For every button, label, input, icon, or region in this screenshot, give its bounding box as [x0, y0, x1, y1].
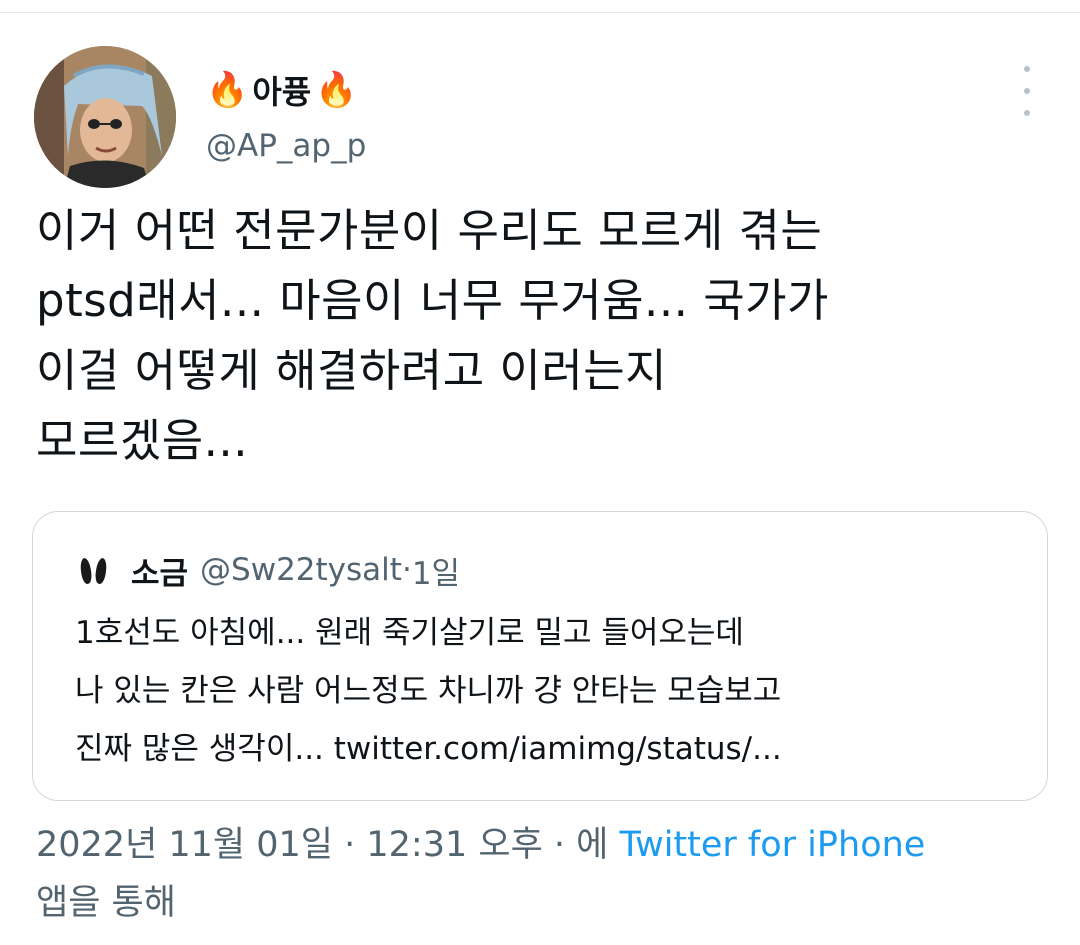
more-vertical-icon[interactable]	[1010, 66, 1044, 116]
quoted-display-name: 소금	[131, 555, 189, 592]
display-name-row[interactable]: 🔥 아퓽 🔥	[206, 66, 358, 114]
fire-icon: 🔥	[206, 70, 249, 110]
quoted-handle: @Sw22tysalt	[200, 552, 402, 588]
fire-icon: 🔥	[315, 70, 358, 110]
meta-separator: ·	[542, 825, 577, 865]
quoted-separator: ·	[401, 552, 412, 588]
via-suffix: 앱을 통해	[36, 883, 176, 923]
tweet-time[interactable]: 12:31 오후	[366, 825, 542, 865]
meta-separator: ·	[333, 825, 367, 865]
tweet-date[interactable]: 2022년 11월 01일	[36, 825, 333, 865]
top-divider	[0, 12, 1080, 13]
quoted-tweet-header: 소금 @Sw22tysalt · 1일	[79, 547, 460, 593]
avatar[interactable]	[34, 46, 176, 188]
quoted-tweet-text: 1호선도 아침에... 원래 죽기살기로 밀고 들어오는데 나 있는 칸은 사람…	[75, 615, 782, 767]
tweet-meta: 2022년 11월 01일 · 12:31 오후 · 에 Twitter for…	[36, 816, 1046, 932]
quoted-tweet[interactable]: 소금 @Sw22tysalt · 1일 1호선도 아침에... 원래 죽기살기로…	[32, 511, 1048, 801]
via-prefix: 에	[576, 825, 620, 865]
quoted-avatar	[79, 555, 109, 585]
avatar-image	[34, 46, 176, 188]
source-link[interactable]: Twitter for iPhone	[620, 825, 926, 865]
user-handle[interactable]: @AP_ap_p	[206, 128, 366, 164]
display-name[interactable]: 아퓽	[252, 67, 311, 113]
quoted-time: 1일	[411, 555, 461, 592]
tweet-text: 이거 어떤 전문가분이 우리도 모르게 겪는 ptsd래서... 마음이 너무 …	[36, 204, 829, 467]
